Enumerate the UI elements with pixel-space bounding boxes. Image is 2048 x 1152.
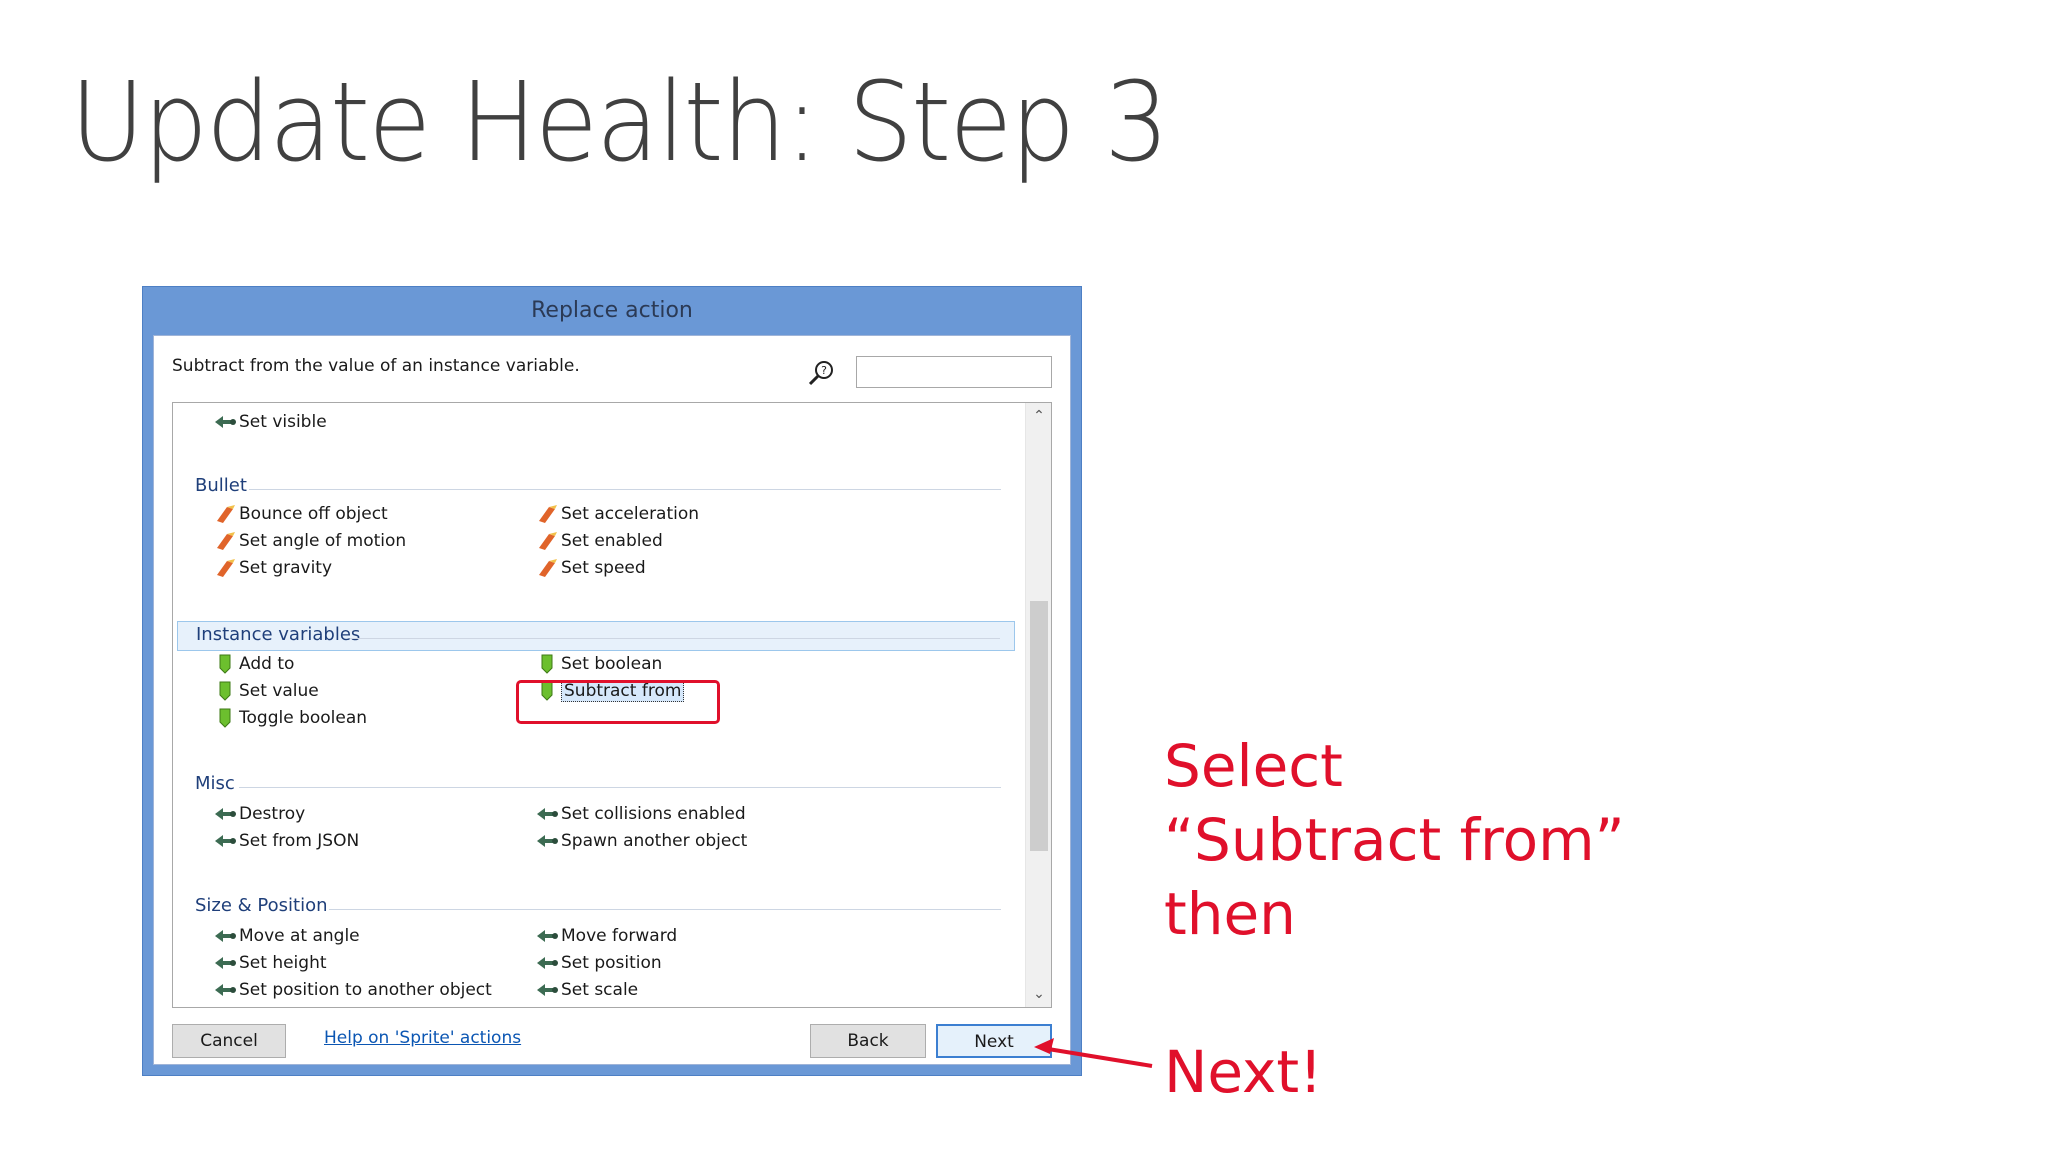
cancel-button[interactable]: Cancel bbox=[172, 1024, 286, 1058]
action-description: Subtract from the value of an instance v… bbox=[172, 356, 580, 376]
list-item-set-position[interactable]: Set position bbox=[535, 950, 662, 976]
back-button[interactable]: Back bbox=[810, 1024, 926, 1058]
sprite-icon bbox=[537, 930, 558, 942]
bullet-icon bbox=[539, 559, 557, 577]
search-input[interactable] bbox=[856, 356, 1052, 388]
bullet-icon bbox=[539, 505, 557, 523]
group-header-size-position: Size & Position bbox=[177, 893, 1015, 923]
sprite-icon bbox=[215, 808, 236, 820]
annotation-select: Select bbox=[1164, 732, 1343, 800]
annotation-subtract-from: “Subtract from” bbox=[1164, 806, 1625, 874]
scroll-thumb[interactable] bbox=[1030, 601, 1048, 851]
sprite-icon bbox=[537, 984, 558, 996]
list-item-move-forward[interactable]: Move forward bbox=[535, 923, 677, 949]
bullet-icon bbox=[539, 532, 557, 550]
list-item-set-position-to-another-object[interactable]: Set position to another object bbox=[213, 977, 492, 1003]
list-item-set-angle-of-motion[interactable]: Set angle of motion bbox=[213, 528, 406, 554]
annotation-then: then bbox=[1164, 880, 1296, 948]
list-item-set-acceleration[interactable]: Set acceleration bbox=[535, 501, 699, 527]
group-header-instance-variables: Instance variables bbox=[177, 621, 1015, 651]
bullet-icon bbox=[217, 505, 235, 523]
list-item-set-collisions-enabled[interactable]: Set collisions enabled bbox=[535, 801, 746, 827]
sprite-icon bbox=[215, 930, 236, 942]
dialog-title: Replace action bbox=[531, 298, 693, 323]
list-item-bounce-off-object[interactable]: Bounce off object bbox=[213, 501, 388, 527]
annotation-next: Next! bbox=[1164, 1038, 1323, 1106]
list-item-set-value[interactable]: Set value bbox=[213, 678, 319, 704]
list-item-set-speed[interactable]: Set speed bbox=[535, 555, 646, 581]
help-link[interactable]: Help on 'Sprite' actions bbox=[324, 1028, 521, 1048]
instance-variable-icon bbox=[219, 654, 231, 674]
instance-variable-icon bbox=[219, 708, 231, 728]
list-item-set-from-json[interactable]: Set from JSON bbox=[213, 828, 359, 854]
sprite-icon bbox=[215, 957, 236, 969]
list-scrollbar[interactable]: ⌃ ⌄ bbox=[1025, 403, 1051, 1007]
list-item-add-to[interactable]: Add to bbox=[213, 651, 294, 677]
svg-text:?: ? bbox=[821, 364, 827, 377]
bullet-icon bbox=[217, 532, 235, 550]
bullet-icon bbox=[217, 559, 235, 577]
list-item-set-boolean[interactable]: Set boolean bbox=[535, 651, 662, 677]
search-icon: ? bbox=[808, 361, 833, 386]
sprite-icon bbox=[537, 957, 558, 969]
list-item-toggle-boolean[interactable]: Toggle boolean bbox=[213, 705, 367, 731]
list-item-set-height[interactable]: Set height bbox=[213, 950, 327, 976]
scroll-down-icon[interactable]: ⌄ bbox=[1026, 981, 1051, 1007]
list-item-set-enabled[interactable]: Set enabled bbox=[535, 528, 663, 554]
instance-variable-icon bbox=[541, 654, 553, 674]
group-header-misc: Misc bbox=[177, 771, 1015, 801]
sprite-icon bbox=[537, 835, 558, 847]
list-item-set-scale[interactable]: Set scale bbox=[535, 977, 638, 1003]
list-item-set-gravity[interactable]: Set gravity bbox=[213, 555, 332, 581]
sprite-icon bbox=[537, 808, 558, 820]
highlight-callout-box bbox=[516, 680, 720, 724]
sprite-icon bbox=[215, 984, 236, 996]
sprite-icon bbox=[215, 416, 236, 428]
scroll-up-icon[interactable]: ⌃ bbox=[1026, 403, 1051, 429]
slide-title: Update Health: Step 3 bbox=[70, 58, 1169, 186]
sprite-icon bbox=[215, 835, 236, 847]
list-item-spawn-another-object[interactable]: Spawn another object bbox=[535, 828, 747, 854]
list-item-set-visible[interactable]: Set visible bbox=[213, 409, 327, 435]
arrow-icon bbox=[1034, 1038, 1153, 1068]
group-header-bullet: Bullet bbox=[177, 473, 1015, 503]
instance-variable-icon bbox=[219, 681, 231, 701]
list-item-destroy[interactable]: Destroy bbox=[213, 801, 305, 827]
list-item-move-at-angle[interactable]: Move at angle bbox=[213, 923, 360, 949]
